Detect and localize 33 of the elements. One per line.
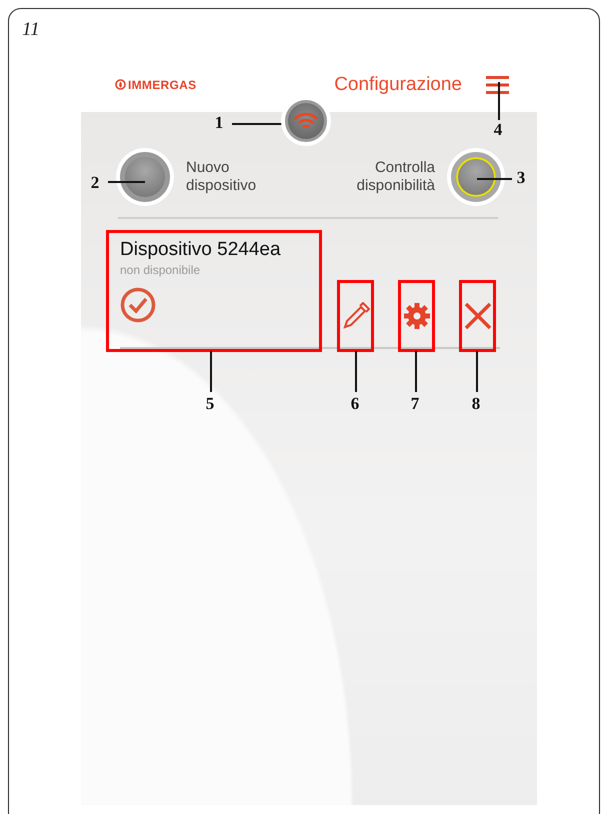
check-circle-icon <box>120 286 156 322</box>
figure-number: 11 <box>22 19 40 41</box>
callout-number: 8 <box>470 394 482 414</box>
leader-line <box>210 351 212 392</box>
callout-number: 4 <box>492 120 504 140</box>
brand-logo: IMMERGAS <box>128 78 196 92</box>
delete-button[interactable] <box>459 280 496 352</box>
leader-line <box>477 178 512 180</box>
leader-line <box>355 351 356 392</box>
button-label: Nuovo dispositivo <box>186 159 258 195</box>
leader-line <box>498 82 500 120</box>
callout-number: 1 <box>214 113 224 133</box>
leader-line <box>415 351 416 392</box>
callout-number: 3 <box>516 168 526 188</box>
screen-title: Configurazione <box>334 74 462 96</box>
device-item[interactable]: Dispositivo 5244ea non disponibile <box>106 230 322 352</box>
leader-line <box>108 181 145 182</box>
callout-number: 2 <box>90 173 100 193</box>
menu-icon[interactable] <box>486 76 509 94</box>
device-name: Dispositivo 5244ea <box>120 238 282 260</box>
device-status: non disponibile <box>120 262 202 276</box>
edit-button[interactable] <box>337 280 374 352</box>
callout-number: 5 <box>204 394 216 414</box>
close-icon <box>462 300 492 330</box>
wifi-icon <box>293 112 319 130</box>
callout-number: 7 <box>410 394 420 414</box>
pen-icon <box>342 302 370 330</box>
leader-line <box>476 351 478 392</box>
settings-button[interactable] <box>398 280 435 352</box>
flame-logo-icon <box>115 79 126 90</box>
settings-icon <box>402 302 430 330</box>
button-label: Controlla disponibilità <box>356 159 435 195</box>
callout-number: 6 <box>350 394 360 414</box>
